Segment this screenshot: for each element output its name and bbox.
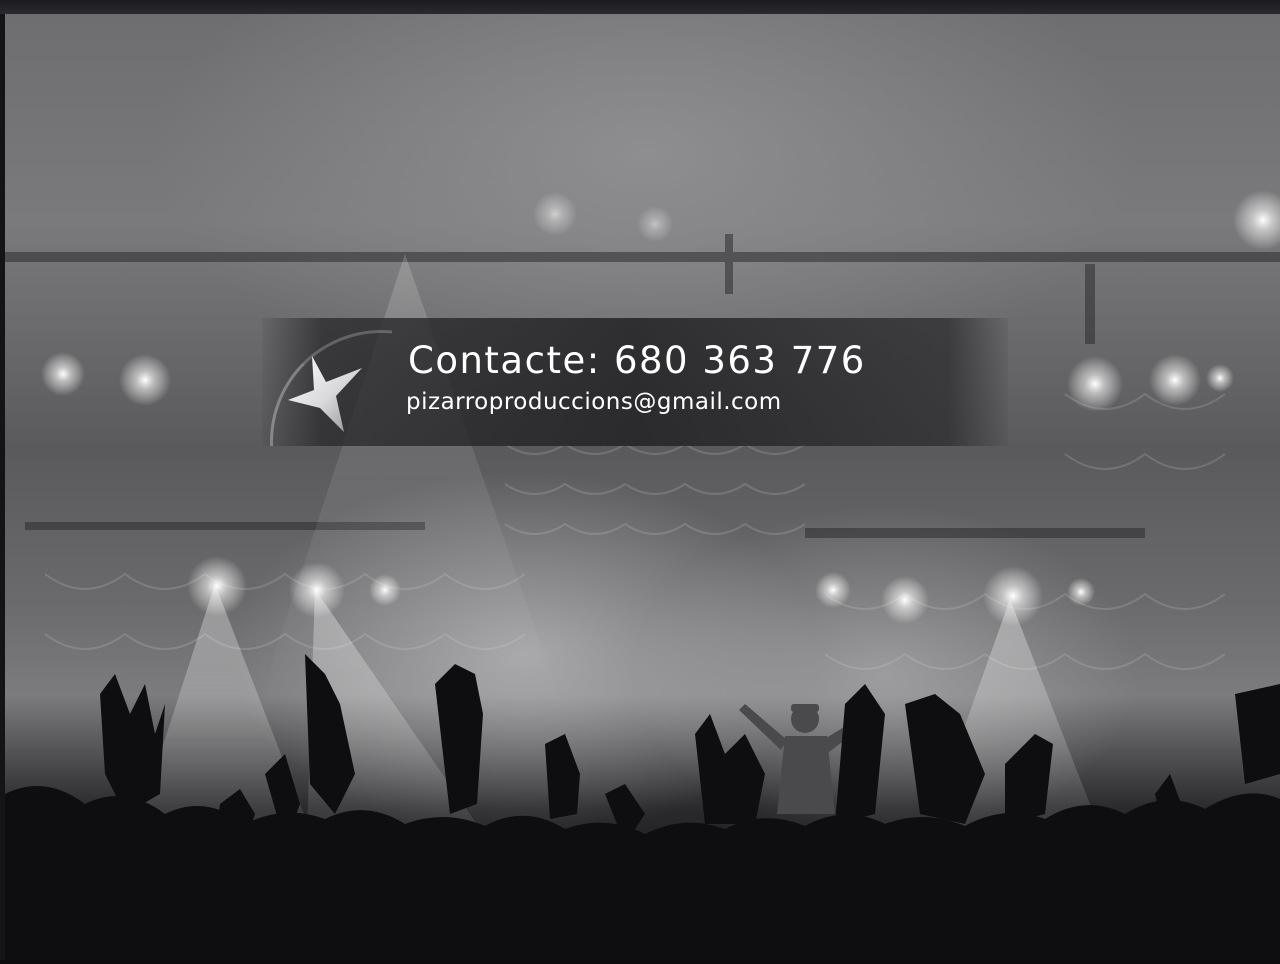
top-frame-border	[0, 0, 1280, 14]
concert-photo	[5, 14, 1280, 960]
contact-phone: Contacte: 680 363 776	[408, 339, 866, 382]
concert-scene	[5, 190, 1280, 960]
bottom-frame-border	[0, 960, 1280, 964]
contact-email: pizarroproduccions@gmail.com	[406, 389, 782, 415]
star-icon	[288, 356, 362, 432]
